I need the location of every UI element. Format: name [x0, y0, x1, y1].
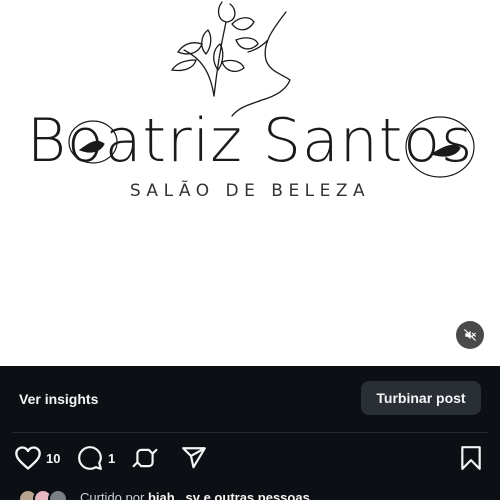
- post-image[interactable]: Boatriz Santos SALÃO DE BELEZA: [0, 0, 500, 366]
- heart-icon: [15, 446, 41, 470]
- liked-by-prefix: Curtido por: [80, 490, 145, 500]
- bookmark-icon: [461, 446, 481, 470]
- repost-action[interactable]: [132, 445, 158, 471]
- comments-count[interactable]: 1: [108, 451, 115, 466]
- post-actions-bar: 10 1: [0, 433, 500, 485]
- brand-name: Boatriz Santos: [26, 106, 474, 176]
- repost-icon: [132, 447, 158, 468]
- likes-count[interactable]: 10: [46, 451, 60, 466]
- liked-by-row[interactable]: Curtido por biah._sv e outras pessoas: [0, 486, 500, 500]
- liked-by-text: Curtido por biah._sv e outras pessoas: [80, 490, 310, 500]
- avatar: [48, 489, 68, 500]
- speaker-muted-icon: [464, 329, 476, 341]
- liked-by-suffix[interactable]: e outras pessoas: [204, 490, 310, 500]
- boost-post-button[interactable]: Turbinar post: [361, 381, 481, 415]
- share-action[interactable]: [180, 445, 208, 471]
- share-icon: [182, 447, 206, 469]
- like-action[interactable]: 10: [14, 445, 60, 471]
- save-action[interactable]: [459, 445, 483, 471]
- comment-icon: [78, 446, 102, 470]
- mute-button[interactable]: [456, 321, 484, 349]
- liked-by-user[interactable]: biah._sv: [148, 490, 200, 500]
- brand-subtitle: SALÃO DE BELEZA: [129, 181, 371, 201]
- comment-action[interactable]: 1: [76, 445, 115, 471]
- ver-insights-link[interactable]: Ver insights: [19, 391, 98, 407]
